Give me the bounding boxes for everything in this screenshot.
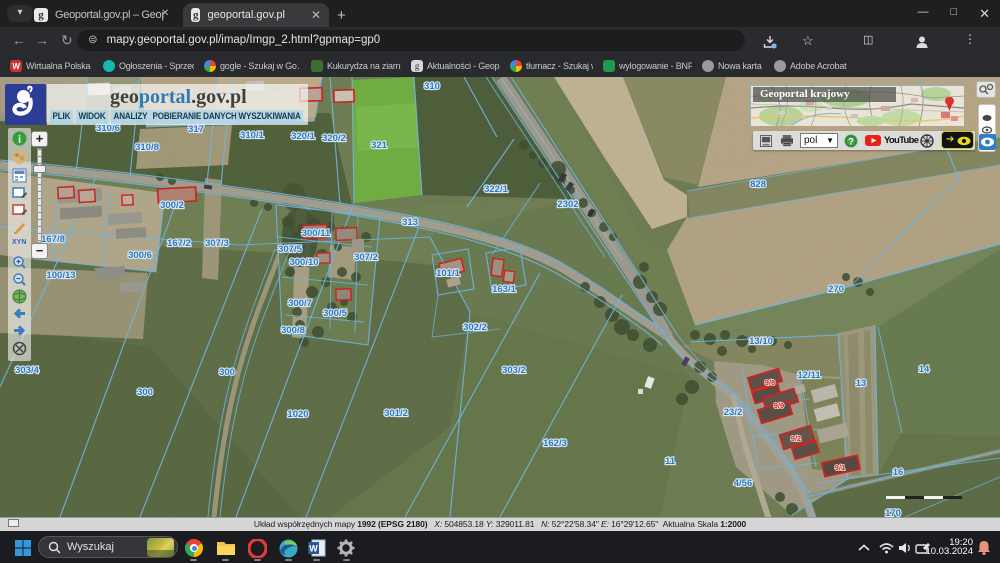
svg-text:13: 13 bbox=[856, 378, 867, 389]
svg-text:321: 321 bbox=[371, 140, 388, 151]
svg-text:310: 310 bbox=[424, 81, 440, 92]
svg-text:14: 14 bbox=[919, 364, 930, 375]
svg-text:101/1: 101/1 bbox=[436, 268, 460, 279]
svg-text:300/7: 300/7 bbox=[288, 298, 312, 309]
svg-text:162/3: 162/3 bbox=[543, 438, 567, 449]
svg-text:23/2: 23/2 bbox=[724, 407, 743, 418]
svg-text:307/5: 307/5 bbox=[278, 244, 302, 255]
svg-text:303/4: 303/4 bbox=[15, 365, 39, 376]
svg-text:300: 300 bbox=[137, 387, 153, 398]
svg-text:307/2: 307/2 bbox=[354, 252, 378, 263]
svg-text:307/3: 307/3 bbox=[205, 238, 229, 249]
svg-text:12/11: 12/11 bbox=[797, 370, 821, 381]
svg-text:828: 828 bbox=[750, 179, 766, 190]
svg-text:13/10: 13/10 bbox=[749, 336, 773, 347]
svg-text:100/13: 100/13 bbox=[46, 270, 75, 281]
svg-text:300/10: 300/10 bbox=[289, 257, 318, 268]
svg-text:11: 11 bbox=[665, 456, 676, 467]
svg-text:320/2: 320/2 bbox=[322, 133, 346, 144]
svg-text:317: 317 bbox=[188, 124, 204, 135]
svg-text:1020: 1020 bbox=[287, 409, 308, 420]
svg-text:270: 270 bbox=[828, 284, 844, 295]
svg-text:302/2: 302/2 bbox=[463, 322, 487, 333]
svg-text:9/9: 9/9 bbox=[774, 401, 784, 410]
svg-text:313: 313 bbox=[402, 217, 418, 228]
svg-text:320/1: 320/1 bbox=[291, 131, 315, 142]
svg-text:16: 16 bbox=[893, 467, 904, 478]
svg-text:2302: 2302 bbox=[557, 199, 578, 210]
svg-text:301/2: 301/2 bbox=[384, 408, 408, 419]
svg-text:4/56: 4/56 bbox=[734, 478, 753, 489]
svg-text:9/8: 9/8 bbox=[765, 378, 775, 387]
svg-text:300/8: 300/8 bbox=[281, 325, 305, 336]
svg-text:322/1: 322/1 bbox=[484, 184, 508, 195]
svg-text:9/2: 9/2 bbox=[791, 434, 801, 443]
svg-text:170: 170 bbox=[885, 508, 901, 517]
svg-text:163/1: 163/1 bbox=[492, 284, 516, 295]
svg-text:300/2: 300/2 bbox=[160, 200, 184, 211]
svg-text:167/2: 167/2 bbox=[167, 238, 191, 249]
svg-text:300: 300 bbox=[219, 367, 235, 378]
svg-text:310/8: 310/8 bbox=[135, 142, 159, 153]
svg-text:300/6: 300/6 bbox=[128, 250, 152, 261]
svg-text:300/11: 300/11 bbox=[302, 228, 331, 239]
svg-text:?: ? bbox=[848, 136, 854, 146]
svg-text:310/1: 310/1 bbox=[240, 130, 264, 141]
svg-text:i: i bbox=[18, 134, 21, 146]
svg-text:9/1: 9/1 bbox=[835, 463, 845, 472]
svg-text:W: W bbox=[309, 544, 318, 554]
svg-text:300/5: 300/5 bbox=[323, 308, 347, 319]
svg-text:303/2: 303/2 bbox=[502, 365, 526, 376]
